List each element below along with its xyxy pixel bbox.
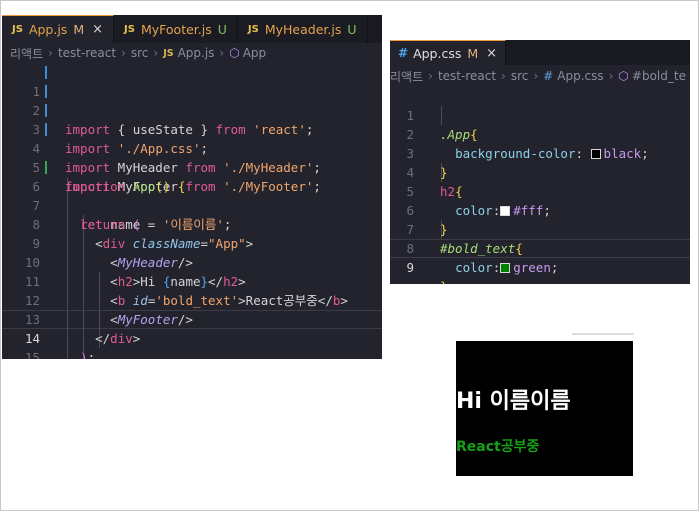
line-number: 15	[24, 350, 40, 359]
breadcrumb-item[interactable]: App	[243, 46, 266, 60]
chevron-right-icon: ›	[428, 69, 433, 83]
tab-app-css[interactable]: # App.css M ×	[390, 40, 507, 65]
chevron-right-icon: ›	[501, 69, 506, 83]
modified-gutter-marker	[45, 85, 47, 98]
code-area[interactable]: 1 .App{ 2 background-color: black; 3 } 4…	[390, 87, 690, 284]
tab-app-js[interactable]: JS App.js M ×	[2, 15, 115, 43]
preview-divider	[572, 333, 634, 335]
chevron-right-icon: ›	[121, 46, 126, 60]
breadcrumb-item[interactable]: test-react	[58, 46, 116, 60]
code-line: 2 import './App.css';	[2, 82, 382, 156]
code-line: 5 function App() {	[2, 139, 382, 194]
modified-gutter-marker	[45, 104, 47, 117]
code-text: color: green;	[440, 258, 558, 277]
js-file-icon: JS	[12, 24, 23, 35]
code-line: 2 background-color: black;	[390, 106, 690, 161]
app-css-editor: # App.css M × 리액트 › test-react › src › #…	[390, 40, 690, 284]
code-text: );	[65, 348, 95, 359]
breadcrumb-item[interactable]: App.css	[557, 69, 603, 83]
code-line: 9 <MyHeader/>	[2, 215, 382, 270]
breadcrumb: 리액트 › test-react › src › JS App.js › ⬡ A…	[2, 43, 382, 63]
modified-gutter-marker	[45, 66, 47, 79]
code-line: 8 color: green;	[390, 220, 690, 275]
css-value: green	[513, 260, 551, 275]
tab-label: MyFooter.js	[140, 21, 212, 37]
tab-label: App.css	[413, 45, 462, 61]
chevron-right-icon: ›	[608, 69, 614, 83]
modified-badge: M	[73, 22, 85, 37]
close-icon[interactable]: ×	[92, 22, 103, 37]
code-line: 10 <h2>Hi {name}</h2>	[2, 234, 382, 289]
untracked-badge: U	[217, 21, 227, 37]
code-line: 3 import MyHeader from './MyHeader';	[2, 101, 382, 175]
code-line: 7 #bold_text{	[390, 201, 690, 256]
breadcrumb-item[interactable]: src	[511, 69, 529, 83]
editor-tab-bar: JS App.js M × JS MyFooter.js U JS MyHead…	[2, 15, 382, 43]
punctuation: ;	[87, 350, 96, 359]
js-file-icon: JS	[247, 23, 259, 35]
symbol-selector-icon: ⬡	[618, 69, 629, 83]
code-line: 8 <div className="App">	[2, 196, 382, 251]
breadcrumb-item[interactable]: src	[131, 46, 149, 60]
breadcrumb-item[interactable]: test-react	[438, 69, 496, 83]
bracket: }	[440, 279, 448, 284]
code-area[interactable]: 1 import { useState } from 'react'; 2 im…	[2, 63, 382, 359]
code-line: 4 h2{	[390, 144, 690, 199]
code-line: 4 import MyFooter from './MyFooter';	[2, 120, 382, 194]
code-line: 1 .App{	[390, 87, 690, 142]
punctuation: :	[492, 260, 501, 275]
chevron-right-icon: ›	[219, 46, 225, 60]
code-line: 6 let name = '이름이름';	[2, 158, 382, 232]
breadcrumb-item[interactable]: 리액트	[390, 68, 423, 85]
js-file-icon: JS	[163, 47, 174, 59]
code-line: 1 import { useState } from 'react';	[2, 63, 382, 137]
chevron-right-icon: ›	[533, 69, 539, 83]
symbol-method-icon: ⬡	[229, 46, 240, 60]
code-line: 11 <b id='bold_text'>React공부중</b>	[2, 253, 382, 308]
color-swatch-icon[interactable]	[500, 263, 511, 273]
breadcrumb-item[interactable]: 리액트	[10, 45, 43, 62]
chevron-right-icon: ›	[48, 46, 53, 60]
bracket: )	[80, 350, 88, 359]
editor-tab-bar: # App.css M ×	[390, 40, 690, 65]
breadcrumb: 리액트 › test-react › src › # App.css › ⬡ #…	[390, 65, 690, 87]
code-line: 9 }	[390, 239, 690, 284]
preview-bold-text: React공부중	[456, 439, 540, 455]
app-js-editor: JS App.js M × JS MyFooter.js U JS MyHead…	[2, 15, 382, 359]
code-line: 7 return (	[2, 177, 382, 232]
untracked-badge: U	[347, 21, 357, 37]
code-line: 6 }	[390, 182, 690, 237]
code-line: 14 );	[2, 310, 382, 359]
chevron-right-icon: ›	[153, 46, 159, 60]
punctuation: ;	[550, 260, 559, 275]
modified-badge: M	[467, 45, 479, 61]
code-line: 3 }	[390, 125, 690, 180]
close-icon[interactable]: ×	[486, 46, 497, 61]
code-text: }	[440, 277, 448, 284]
code-line: 15 }	[2, 329, 382, 359]
added-gutter-marker	[45, 161, 47, 174]
css-file-icon: #	[543, 69, 554, 83]
modified-gutter-marker	[45, 123, 47, 136]
tab-myfooter-js[interactable]: JS MyFooter.js U	[114, 15, 238, 43]
tab-label: MyHeader.js	[264, 21, 342, 37]
css-file-icon: #	[398, 46, 409, 60]
tab-label: App.js	[28, 22, 68, 37]
line-number: 9	[406, 260, 414, 275]
js-file-icon: JS	[124, 23, 135, 35]
tab-myheader-js[interactable]: JS MyHeader.js U	[237, 15, 368, 43]
code-line: 12 <MyFooter/>	[2, 272, 382, 327]
breadcrumb-item[interactable]: App.js	[178, 46, 215, 60]
code-line: 13 </div>	[2, 291, 382, 346]
preview-heading: Hi 이름이름	[456, 389, 571, 414]
browser-preview: Hi 이름이름 React공부중	[456, 341, 633, 476]
code-line: 5 color: #fff;	[390, 163, 690, 218]
breadcrumb-item[interactable]: #bold_te	[632, 69, 686, 83]
css-property: color	[455, 260, 493, 275]
